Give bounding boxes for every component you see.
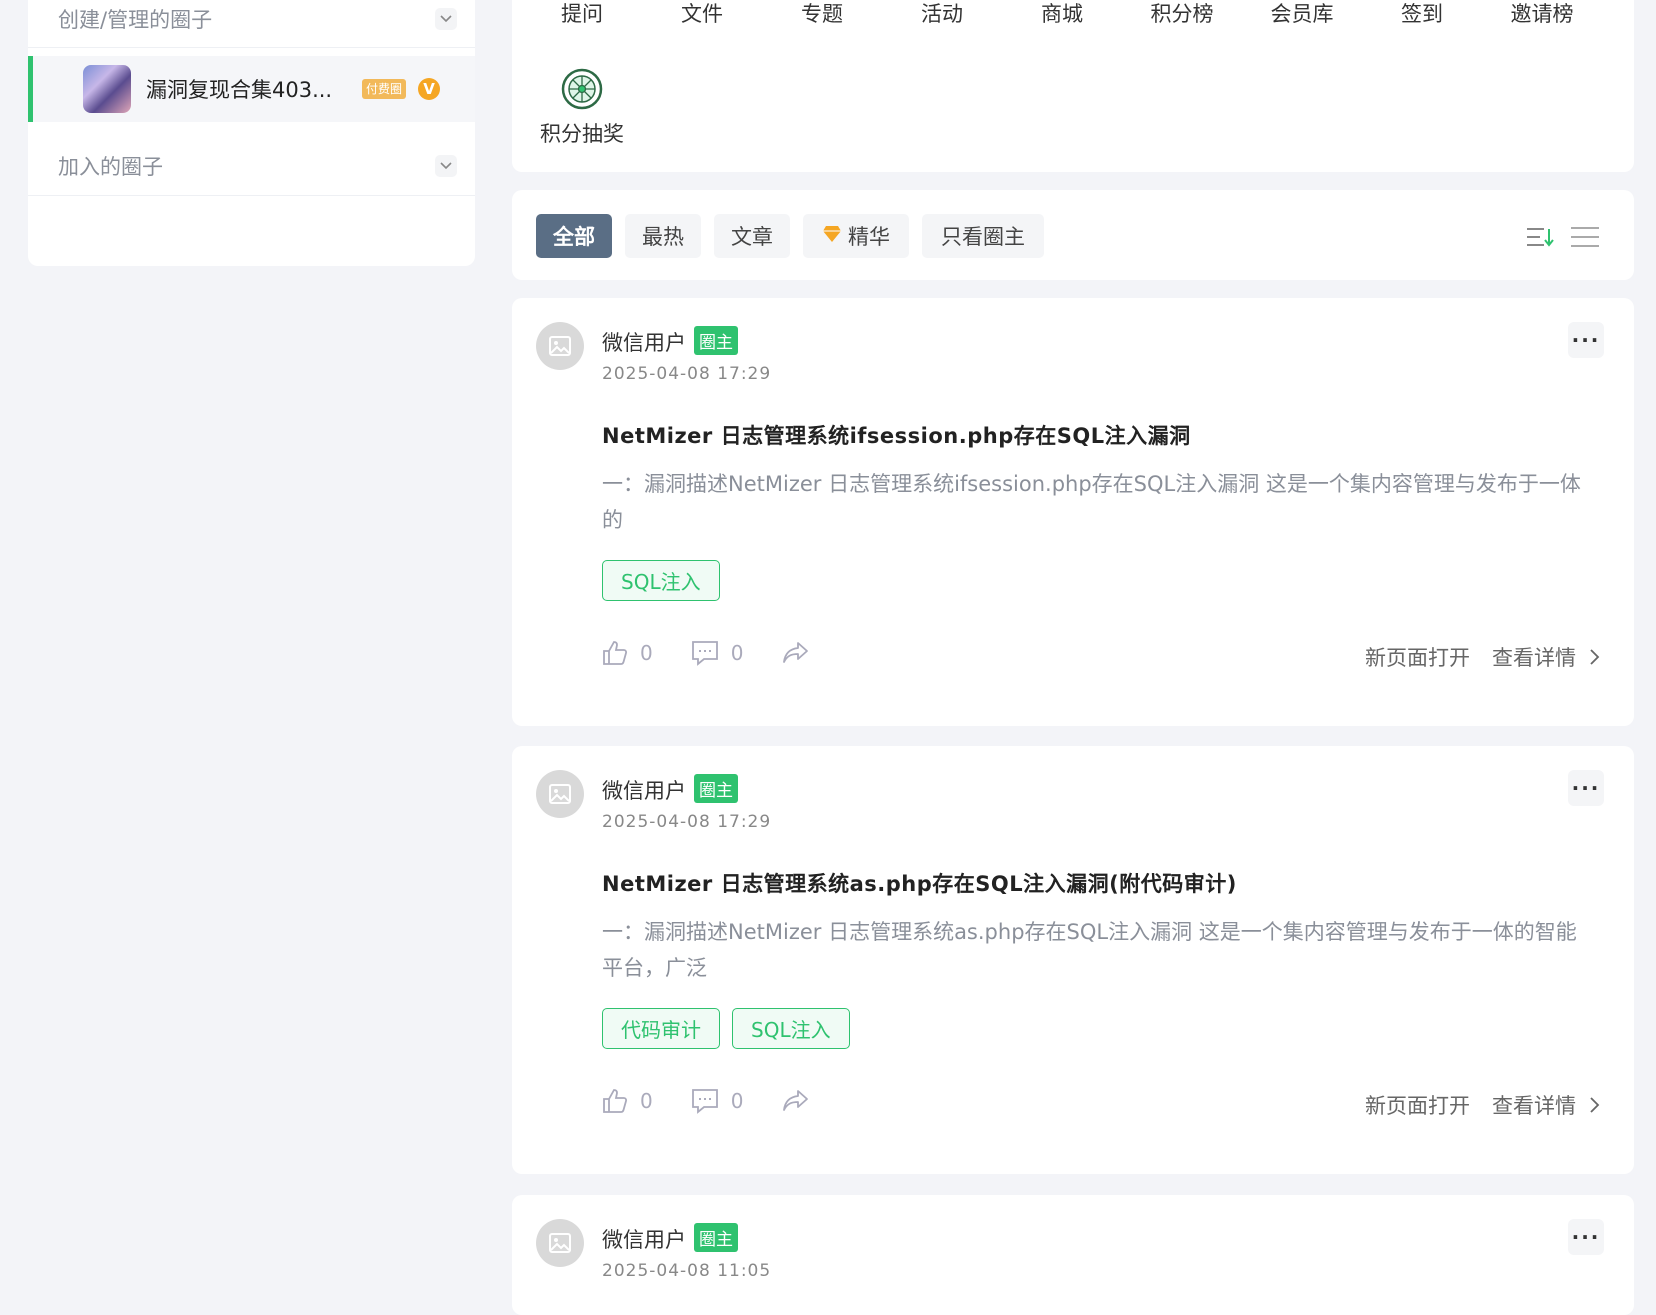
open-new-page-link[interactable]: 新页面打开	[1365, 1090, 1470, 1120]
post-description: 一：漏洞描述NetMizer 日志管理系统ifsession.php存在SQL注…	[602, 472, 1581, 532]
tag[interactable]: SQL注入	[602, 560, 720, 601]
like-button[interactable]: 0	[602, 1088, 653, 1114]
sort-icon[interactable]	[1526, 226, 1554, 252]
manage-circles-section[interactable]: 创建/管理的圈子	[28, 0, 475, 48]
comment-count: 0	[730, 1089, 744, 1113]
like-count: 0	[640, 1089, 653, 1113]
comment-count: 0	[730, 641, 744, 665]
manage-circles-label: 创建/管理的圈子	[58, 7, 213, 32]
joined-circles-section[interactable]: 加入的圈子	[28, 136, 475, 196]
post-tags: SQL注入	[602, 560, 720, 601]
more-icon[interactable]: ···	[1568, 322, 1604, 358]
view-detail-link[interactable]: 查看详情	[1492, 642, 1576, 672]
like-count: 0	[640, 641, 653, 665]
chevron-down-icon[interactable]	[435, 7, 457, 30]
post-description: 一：漏洞描述NetMizer 日志管理系统as.php存在SQL注入漏洞 这是一…	[602, 920, 1577, 980]
nav-item-shop[interactable]: 商城	[1012, 0, 1112, 28]
share-icon	[783, 642, 809, 663]
nav-item-lottery[interactable]: 积分抽奖	[532, 68, 632, 148]
post-user[interactable]: 微信用户 圈主	[602, 1223, 738, 1254]
share-button[interactable]	[781, 1089, 821, 1113]
share-icon	[783, 1090, 809, 1111]
tag[interactable]: 代码审计	[602, 1008, 720, 1049]
post-tags: 代码审计 SQL注入	[602, 1008, 850, 1049]
like-icon	[603, 641, 628, 665]
share-button[interactable]	[781, 641, 821, 665]
post-links: 新页面打开 查看详情	[1343, 1090, 1600, 1120]
joined-circles-label: 加入的圈子	[58, 154, 163, 179]
vip-badge: V	[418, 78, 441, 100]
comment-button[interactable]: 0	[691, 640, 744, 666]
image-placeholder-icon	[549, 784, 571, 804]
nav-item-files[interactable]: 文件	[652, 0, 752, 28]
sidebar-item-circle[interactable]: 漏洞复现合集403... 付费圈 V	[28, 56, 475, 122]
nav-item-invite-rank[interactable]: 邀请榜	[1492, 0, 1592, 28]
sidebar: 创建/管理的圈子 漏洞复现合集403... 付费圈 V 加入的圈子	[28, 0, 475, 266]
post-card: 微信用户 圈主 2025-04-08 17:29 ··· NetMizer 日志管…	[512, 746, 1634, 1174]
circle-name: 漏洞复现合集403...	[146, 78, 333, 102]
image-placeholder-icon	[549, 336, 571, 356]
post-user[interactable]: 微信用户 圈主	[602, 774, 738, 805]
post-actions: 0 0	[602, 1088, 859, 1114]
username: 微信用户	[602, 779, 686, 803]
username: 微信用户	[602, 1228, 686, 1252]
nav-item-member-library[interactable]: 会员库	[1252, 0, 1352, 28]
comment-button[interactable]: 0	[691, 1088, 744, 1114]
avatar[interactable]	[536, 322, 584, 370]
post-time: 2025-04-08 17:29	[602, 812, 772, 832]
image-placeholder-icon	[549, 1233, 571, 1253]
chevron-down-icon[interactable]	[435, 154, 457, 177]
tab-hot[interactable]: 最热	[625, 214, 701, 258]
post-user[interactable]: 微信用户 圈主	[602, 326, 738, 357]
chevron-right-icon	[1590, 1097, 1600, 1113]
lottery-label: 积分抽奖	[540, 122, 624, 146]
more-icon[interactable]: ···	[1568, 770, 1604, 806]
nav-card: 提问 文件 专题 活动 商城 积分榜 会员库 签到 邀请榜 积分抽奖	[512, 0, 1634, 172]
post-card: 微信用户 圈主 2025-04-08 17:29 ··· NetMizer 日志管…	[512, 298, 1634, 726]
circle-avatar	[83, 65, 131, 113]
post-time: 2025-04-08 11:05	[602, 1261, 772, 1281]
nav-item-checkin[interactable]: 签到	[1372, 0, 1472, 28]
username: 微信用户	[602, 331, 686, 355]
tag[interactable]: SQL注入	[732, 1008, 850, 1049]
like-icon	[603, 1089, 628, 1113]
tab-featured[interactable]: 精华	[803, 214, 909, 258]
tab-articles[interactable]: 文章	[714, 214, 790, 258]
view-detail-link[interactable]: 查看详情	[1492, 1090, 1576, 1120]
post-time: 2025-04-08 17:29	[602, 364, 772, 384]
nav-item-points-rank[interactable]: 积分榜	[1132, 0, 1232, 28]
like-button[interactable]: 0	[602, 640, 653, 666]
tab-all[interactable]: 全部	[536, 214, 612, 258]
comment-icon	[691, 1089, 718, 1114]
nav-item-events[interactable]: 活动	[892, 0, 992, 28]
post-actions: 0 0	[602, 640, 859, 666]
diamond-icon	[822, 224, 842, 248]
more-icon[interactable]: ···	[1568, 1219, 1604, 1255]
owner-badge: 圈主	[694, 774, 738, 803]
filter-bar: 全部 最热 文章 精华 只看圈主	[512, 190, 1634, 280]
owner-badge: 圈主	[694, 1223, 738, 1252]
comment-icon	[691, 641, 718, 666]
avatar[interactable]	[536, 770, 584, 818]
post-card: 微信用户 圈主 2025-04-08 11:05 ···	[512, 1195, 1634, 1315]
paid-badge: 付费圈	[362, 79, 407, 99]
post-title[interactable]: NetMizer 日志管理系统ifsession.php存在SQL注入漏洞	[602, 420, 1191, 450]
list-icon[interactable]	[1570, 226, 1600, 252]
nav-item-topics[interactable]: 专题	[772, 0, 872, 28]
chevron-right-icon	[1590, 649, 1600, 665]
owner-badge: 圈主	[694, 326, 738, 355]
open-new-page-link[interactable]: 新页面打开	[1365, 642, 1470, 672]
post-links: 新页面打开 查看详情	[1343, 642, 1600, 672]
tab-featured-label: 精华	[848, 225, 890, 249]
post-title[interactable]: NetMizer 日志管理系统as.php存在SQL注入漏洞(附代码审计)	[602, 868, 1237, 898]
tab-owner-only[interactable]: 只看圈主	[922, 214, 1044, 258]
nav-item-ask[interactable]: 提问	[532, 0, 632, 28]
avatar[interactable]	[536, 1219, 584, 1267]
lottery-wheel-icon	[561, 68, 603, 110]
